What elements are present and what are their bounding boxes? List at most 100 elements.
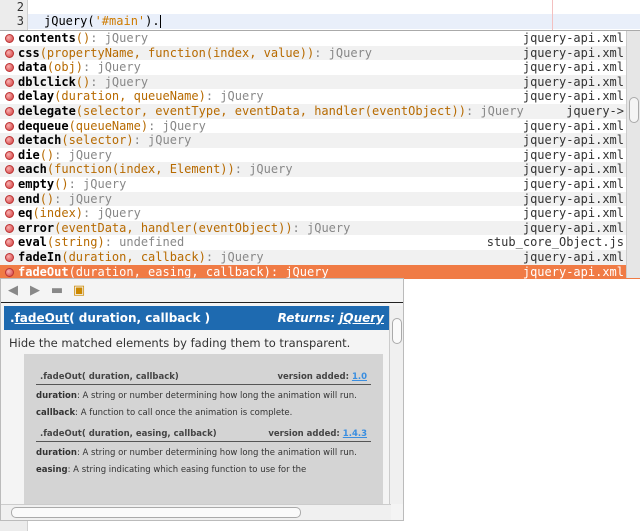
item-source: jquery-api.xml bbox=[516, 74, 624, 90]
param-name: easing bbox=[36, 465, 68, 475]
completion-item[interactable]: eq(index): jQuery jquery-api.xml bbox=[0, 206, 640, 221]
doc-header: .fadeOut( duration, callback ) Returns: … bbox=[4, 306, 389, 330]
method-link[interactable]: fadeOut bbox=[15, 311, 70, 325]
item-params: (duration, callback) bbox=[61, 249, 206, 264]
item-return: : jQuery bbox=[148, 118, 206, 133]
item-source: jquery-api.xml bbox=[522, 89, 624, 104]
item-params: (obj) bbox=[46, 60, 84, 75]
param-description: easing: A string indicating which easing… bbox=[36, 465, 371, 476]
param-name: callback bbox=[36, 408, 76, 418]
completion-item[interactable]: die(): jQuery jquery-api.xml bbox=[0, 148, 640, 163]
item-signature: eval(string): undefined bbox=[18, 235, 184, 250]
item-name: delegate bbox=[18, 103, 76, 118]
code-line-3[interactable]: jQuery('#main'). bbox=[44, 14, 161, 29]
item-name: each bbox=[18, 162, 47, 177]
param-text: : A string or number determining how lon… bbox=[76, 448, 357, 458]
item-name: eval bbox=[18, 235, 47, 250]
forward-icon[interactable]: ▶ bbox=[27, 283, 43, 298]
item-params: (propertyName, function(index, value)) bbox=[39, 45, 315, 60]
item-source: jquery-api.xml bbox=[516, 264, 624, 280]
item-params: (queueName) bbox=[68, 118, 149, 133]
completion-item[interactable]: delegate(selector, eventType, eventData,… bbox=[0, 103, 640, 119]
line-number: 2 bbox=[16, 0, 24, 14]
signature-text: .fadeOut( duration, callback) bbox=[40, 372, 179, 382]
item-source: jquery-api.xml bbox=[522, 176, 624, 191]
item-params: (string) bbox=[46, 235, 105, 250]
signature-heading: .fadeOut( duration, callback) version add… bbox=[36, 372, 371, 385]
completion-item[interactable]: detach(selector): jQuery jquery-api.xml bbox=[0, 133, 640, 148]
method-icon bbox=[5, 92, 14, 102]
completion-item[interactable]: delay(duration, queueName): jQuery jquery… bbox=[0, 89, 640, 104]
method-icon bbox=[5, 136, 14, 146]
item-params: () bbox=[75, 31, 91, 45]
param-name: duration bbox=[36, 391, 77, 401]
scrollbar-thumb[interactable] bbox=[392, 318, 402, 344]
item-return: : jQuery bbox=[54, 147, 112, 162]
item-return: : jQuery bbox=[270, 264, 329, 279]
method-icon bbox=[5, 77, 14, 87]
item-name: empty bbox=[18, 176, 55, 191]
documentation-popup: ◀ ▶ ▬ ▣ .fadeOut( duration, callback ) R… bbox=[0, 278, 404, 521]
item-signature: delegate(selector, eventType, eventData,… bbox=[18, 104, 524, 119]
completion-item[interactable]: dequeue(queueName): jQuery jquery-api.xml bbox=[0, 119, 640, 134]
doc-horizontal-scrollbar[interactable] bbox=[1, 504, 391, 520]
item-name: die bbox=[18, 147, 40, 162]
completion-item[interactable]: eval(string): undefined stub_core_Object.… bbox=[0, 235, 640, 250]
completion-item[interactable]: dblclick(): jQuery jquery-api.xml bbox=[0, 74, 640, 90]
completion-item[interactable]: each(function(index, Element)): jQuery jq… bbox=[0, 162, 640, 177]
method-icon bbox=[5, 63, 14, 73]
item-return: : jQuery bbox=[205, 249, 264, 264]
completion-item[interactable]: end(): jQuery jquery-api.xml bbox=[0, 191, 640, 207]
item-return: : jQuery bbox=[83, 206, 141, 221]
item-name: eq bbox=[18, 206, 33, 221]
item-signature: error(eventData, handler(eventObject)): … bbox=[18, 221, 350, 236]
item-signature: dequeue(queueName): jQuery bbox=[18, 119, 206, 134]
item-params: (function(index, Element)) bbox=[46, 162, 235, 177]
version-link[interactable]: 1.4.3 bbox=[343, 429, 367, 439]
completion-item[interactable]: error(eventData, handler(eventObject)): … bbox=[0, 220, 640, 236]
item-signature: fadeOut(duration, easing, callback): jQu… bbox=[18, 265, 329, 280]
item-name: fadeIn bbox=[18, 249, 62, 264]
goto-source-icon[interactable]: ▬ bbox=[49, 283, 65, 298]
version-label: version added: bbox=[268, 429, 343, 439]
item-name: dequeue bbox=[18, 118, 69, 133]
returns-label: Returns: bbox=[277, 311, 340, 325]
item-return: : jQuery bbox=[205, 89, 264, 104]
back-icon[interactable]: ◀ bbox=[5, 283, 21, 298]
item-return: : jQuery bbox=[83, 60, 141, 75]
method-icon bbox=[5, 223, 14, 233]
doc-vertical-scrollbar[interactable] bbox=[389, 306, 403, 504]
returns: Returns: jQuery bbox=[278, 306, 384, 330]
scrollbar-thumb[interactable] bbox=[11, 507, 301, 518]
item-return: : jQuery bbox=[465, 103, 524, 118]
item-return: : jQuery bbox=[90, 74, 149, 89]
item-source: jquery-api.xml bbox=[516, 133, 624, 148]
item-signature: css(propertyName, function(index, value)… bbox=[18, 46, 372, 61]
completion-item[interactable]: empty(): jQuery jquery-api.xml bbox=[0, 177, 640, 192]
param-description: callback: A function to call once the an… bbox=[36, 408, 371, 419]
code-text: ). bbox=[145, 14, 160, 28]
completion-list[interactable]: contents(): jQuery jquery-api.xml css(prop… bbox=[0, 30, 640, 280]
param-description: duration: A string or number determining… bbox=[36, 391, 371, 402]
completion-item[interactable]: contents(): jQuery jquery-api.xml bbox=[0, 31, 640, 46]
returns-type-link[interactable]: jQuery bbox=[339, 311, 384, 325]
item-signature: eq(index): jQuery bbox=[18, 206, 141, 221]
item-source: jquery-api.xml bbox=[516, 162, 624, 177]
item-return: : jQuery bbox=[68, 176, 127, 191]
signatures-box: .fadeOut( duration, callback) version add… bbox=[24, 354, 383, 504]
item-name: dblclick bbox=[18, 74, 76, 89]
completion-item[interactable]: data(obj): jQuery jquery-api.xml bbox=[0, 60, 640, 75]
item-params: () bbox=[75, 74, 91, 89]
item-signature: each(function(index, Element)): jQuery bbox=[18, 162, 293, 177]
method-icon bbox=[5, 267, 14, 277]
version-link[interactable]: 1.0 bbox=[352, 372, 367, 382]
code-text: jQuery( bbox=[44, 14, 95, 28]
completion-item[interactable]: fadeIn(duration, callback): jQuery jquery… bbox=[0, 249, 640, 265]
item-signature: detach(selector): jQuery bbox=[18, 133, 191, 148]
completion-item[interactable]: css(propertyName, function(index, value)… bbox=[0, 45, 640, 61]
completion-scrollbar[interactable] bbox=[626, 31, 640, 278]
open-browser-icon[interactable]: ▣ bbox=[71, 283, 87, 298]
line-number: 3 bbox=[16, 14, 24, 28]
scrollbar-thumb[interactable] bbox=[629, 97, 639, 123]
completion-item[interactable]: fadeOut(duration, easing, callback): jQu… bbox=[0, 264, 640, 280]
